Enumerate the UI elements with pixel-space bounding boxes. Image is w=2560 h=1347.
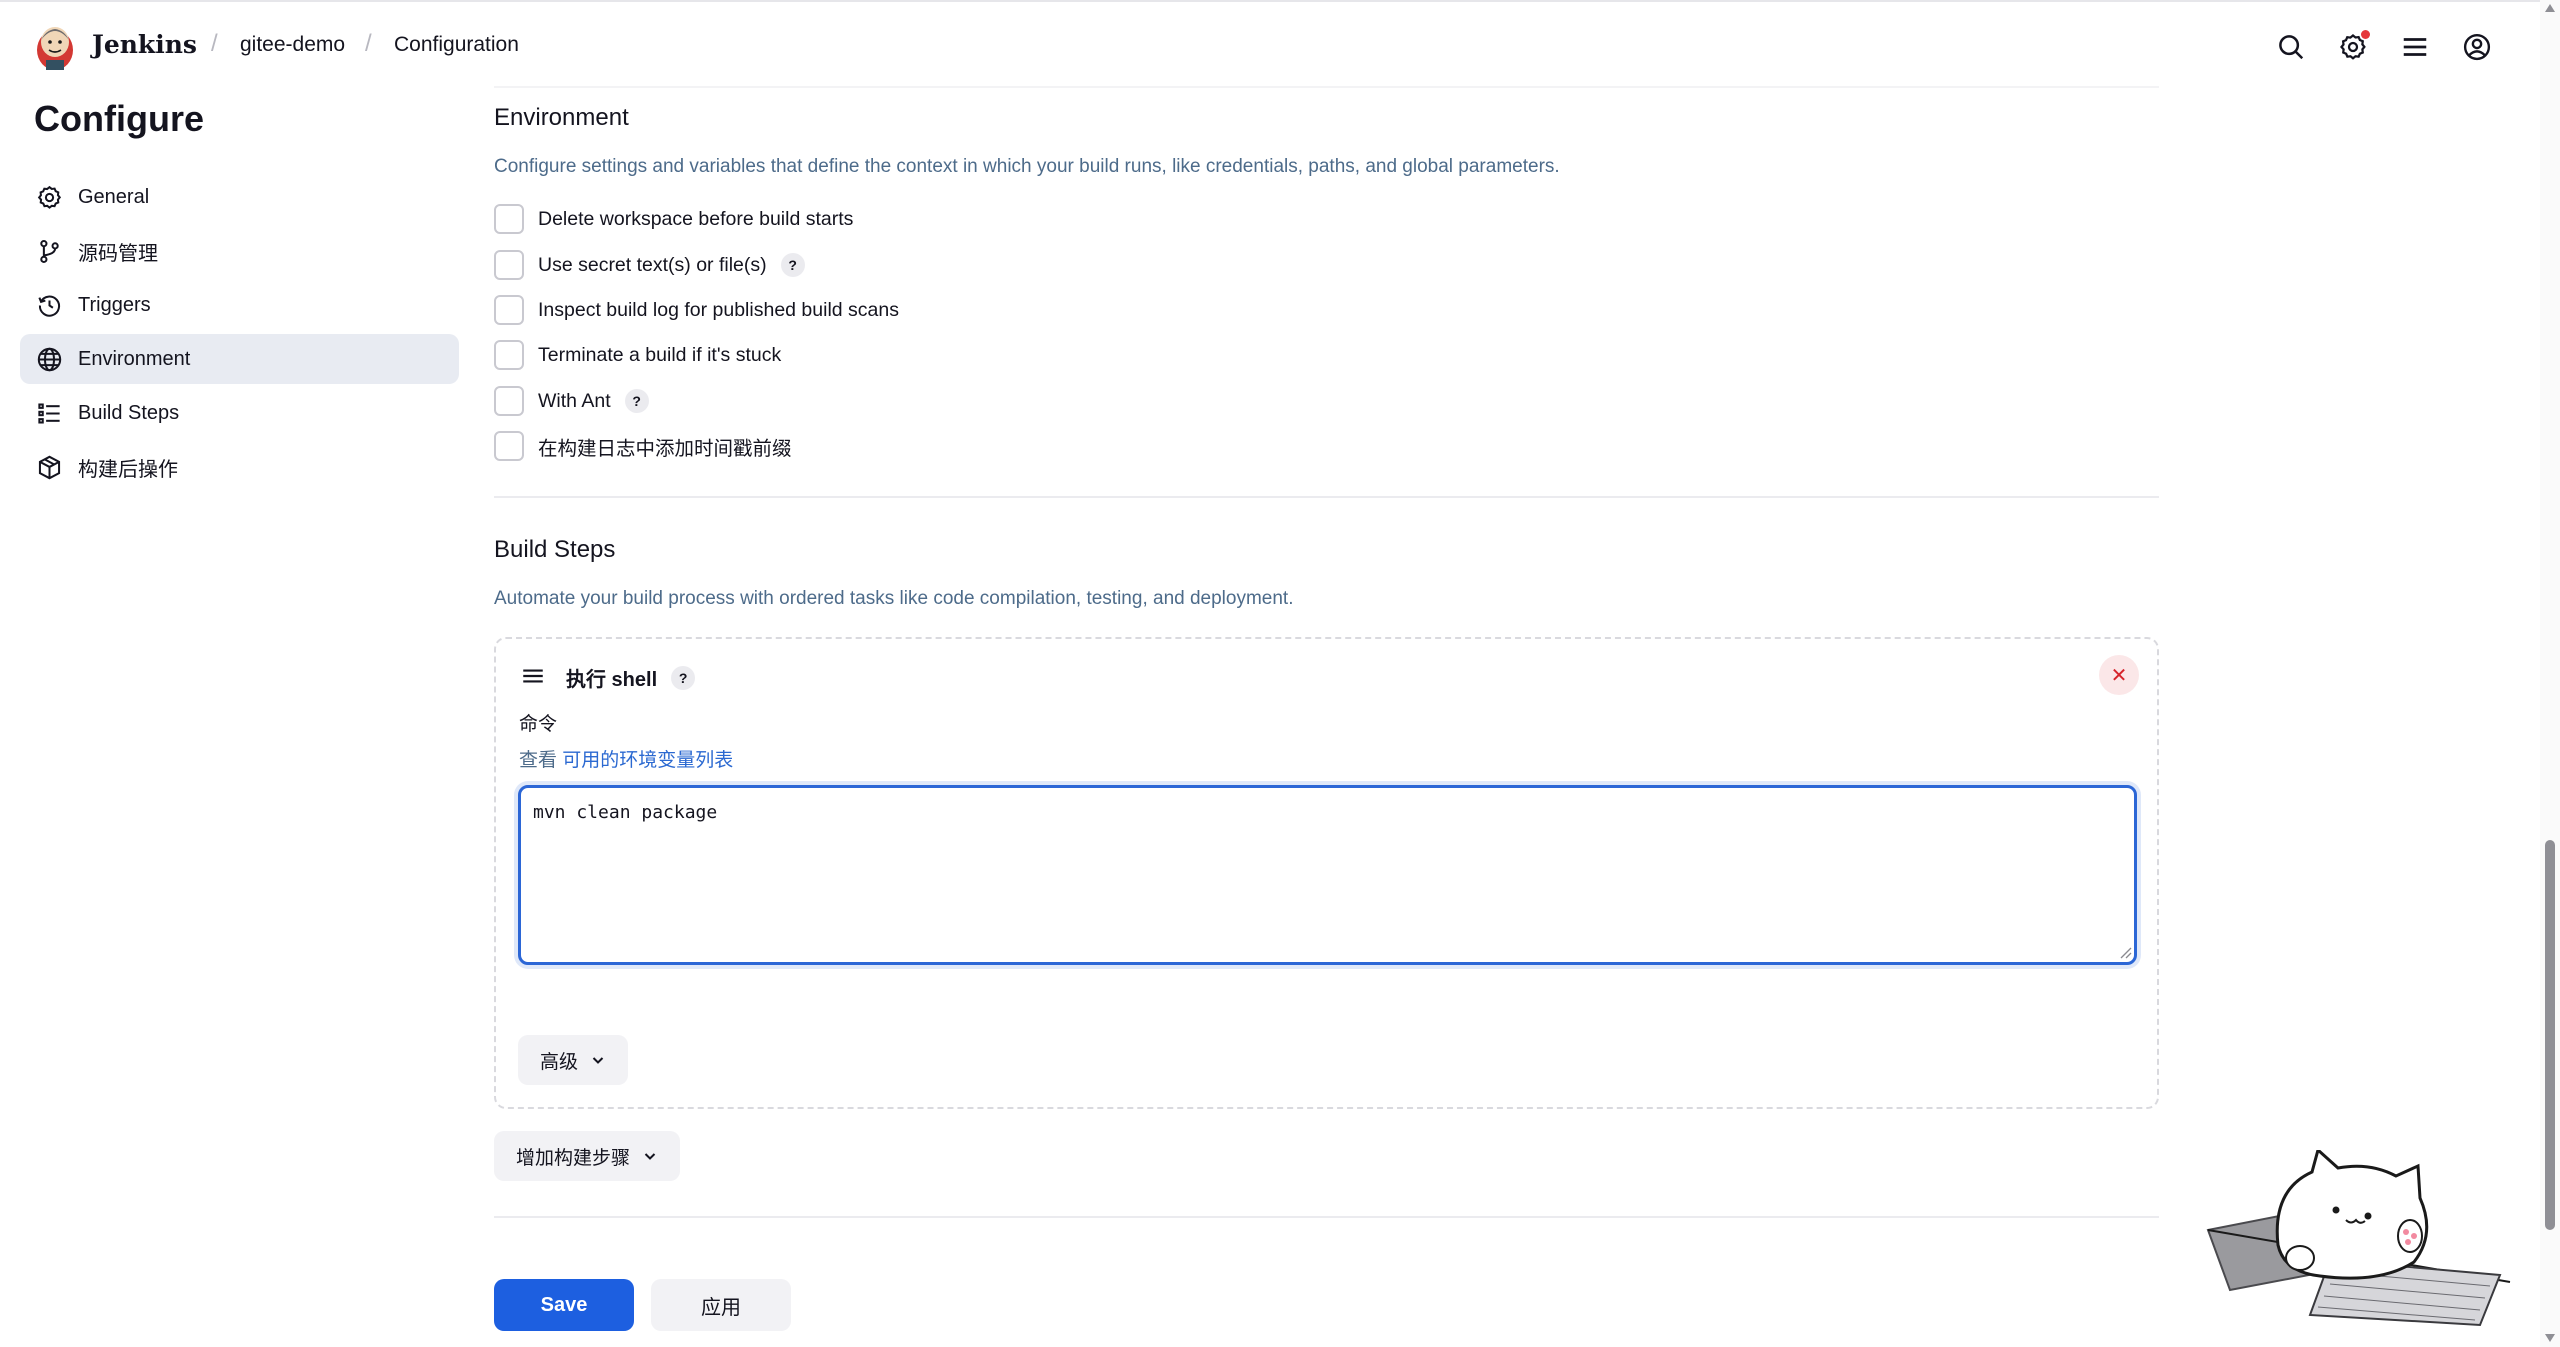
- sidebar-item-post-build[interactable]: 构建后操作: [20, 442, 459, 492]
- option-label: 在构建日志中添加时间戳前缀: [538, 437, 792, 460]
- breadcrumb-separator: /: [365, 30, 372, 57]
- sidebar-item-general[interactable]: General: [20, 172, 459, 222]
- settings-icon[interactable]: [2336, 30, 2370, 64]
- cat-keyboard-mascot-icon: [2206, 1150, 2511, 1327]
- sidebar-item-build-steps[interactable]: Build Steps: [20, 388, 459, 438]
- checkbox[interactable]: [494, 250, 524, 280]
- option-with-ant[interactable]: With Ant ?: [494, 386, 649, 416]
- env-vars-hint: 查看 可用的环境变量列表: [519, 745, 733, 772]
- notification-dot: [2361, 30, 2370, 39]
- command-textarea[interactable]: [518, 785, 2137, 965]
- option-label: Delete workspace before build starts: [538, 207, 854, 230]
- sidebar-item-triggers[interactable]: Triggers: [20, 280, 459, 330]
- option-label: Inspect build log for published build sc…: [538, 298, 899, 321]
- option-label: Use secret text(s) or file(s): [538, 253, 767, 276]
- add-build-step-label: 增加构建步骤: [515, 1147, 630, 1169]
- help-icon[interactable]: ?: [624, 389, 649, 413]
- option-timestamps[interactable]: 在构建日志中添加时间戳前缀: [494, 431, 792, 461]
- option-delete-workspace[interactable]: Delete workspace before build starts: [494, 204, 853, 234]
- breadcrumb-current[interactable]: Configuration: [394, 33, 519, 57]
- command-label: 命令: [519, 714, 558, 735]
- scroll-down-icon[interactable]: [2543, 1332, 2557, 1344]
- environment-description: Configure settings and variables that de…: [494, 156, 1560, 177]
- delete-step-button[interactable]: ✕: [2099, 655, 2139, 695]
- option-terminate-stuck[interactable]: Terminate a build if it's stuck: [494, 340, 781, 370]
- account-icon[interactable]: [2460, 30, 2494, 64]
- option-label: Terminate a build if it's stuck: [538, 343, 782, 366]
- scroll-up-icon[interactable]: [2543, 2, 2557, 14]
- step-title: 执行 shell ?: [566, 663, 696, 692]
- brand-name[interactable]: Jenkins: [92, 30, 197, 59]
- option-inspect-build-log[interactable]: Inspect build log for published build sc…: [494, 295, 899, 325]
- jenkins-logo-icon[interactable]: [34, 20, 76, 72]
- section-divider: [494, 1216, 2159, 1218]
- build-steps-description: Automate your build process with ordered…: [494, 588, 1294, 609]
- section-divider: [494, 86, 2159, 88]
- checkbox[interactable]: [494, 431, 524, 461]
- option-label: With Ant: [538, 389, 611, 412]
- chevron-down-icon: [592, 1057, 604, 1064]
- drag-handle-icon[interactable]: [520, 663, 546, 689]
- add-build-step-button[interactable]: 增加构建步骤: [494, 1131, 680, 1181]
- step-title-text: 执行 shell: [566, 669, 658, 691]
- environment-title: Environment: [494, 104, 629, 131]
- clock-icon: [34, 290, 64, 320]
- list-icon: [34, 398, 64, 428]
- search-icon[interactable]: [2274, 30, 2308, 64]
- chevron-down-icon: [644, 1153, 656, 1160]
- build-step-execute-shell: 执行 shell ? ✕ 命令 查看 可用的环境变量列表 高级: [494, 637, 2159, 1109]
- sidebar-item-label: General: [78, 185, 150, 208]
- help-icon[interactable]: ?: [671, 665, 696, 690]
- env-vars-prefix: 查看: [519, 750, 563, 771]
- sidebar-item-label: 源码管理: [78, 242, 158, 265]
- help-icon[interactable]: ?: [780, 253, 805, 277]
- menu-icon[interactable]: [2398, 30, 2432, 64]
- sidebar-item-label: 构建后操作: [78, 458, 178, 481]
- gear-icon: [34, 182, 64, 212]
- option-secret-text[interactable]: Use secret text(s) or file(s) ?: [494, 250, 805, 280]
- sidebar-item-label: Triggers: [78, 293, 151, 316]
- sidebar-item-source-control[interactable]: 源码管理: [20, 226, 459, 276]
- sidebar-item-label: Build Steps: [78, 401, 180, 424]
- resize-handle-icon[interactable]: [2118, 945, 2132, 959]
- sidebar-item-label: Environment: [78, 347, 191, 370]
- breadcrumb-separator: /: [211, 30, 218, 57]
- page-title: Configure: [34, 98, 204, 139]
- checkbox[interactable]: [494, 204, 524, 234]
- apply-button[interactable]: 应用: [651, 1279, 791, 1331]
- checkbox[interactable]: [494, 386, 524, 416]
- top-header: Jenkins / gitee-demo / Configuration: [0, 0, 2560, 90]
- checkbox[interactable]: [494, 340, 524, 370]
- breadcrumb-job[interactable]: gitee-demo: [240, 33, 345, 57]
- save-button[interactable]: Save: [494, 1279, 634, 1331]
- branch-icon: [34, 236, 64, 266]
- section-divider: [494, 496, 2159, 498]
- scrollbar-thumb[interactable]: [2545, 840, 2555, 1230]
- package-icon: [34, 452, 64, 482]
- sidebar-item-environment[interactable]: Environment: [20, 334, 459, 384]
- globe-icon: [34, 344, 64, 374]
- advanced-button[interactable]: 高级: [518, 1035, 628, 1085]
- advanced-label: 高级: [539, 1051, 578, 1073]
- checkbox[interactable]: [494, 295, 524, 325]
- env-vars-link[interactable]: 可用的环境变量列表: [562, 750, 733, 771]
- build-steps-title: Build Steps: [494, 536, 616, 563]
